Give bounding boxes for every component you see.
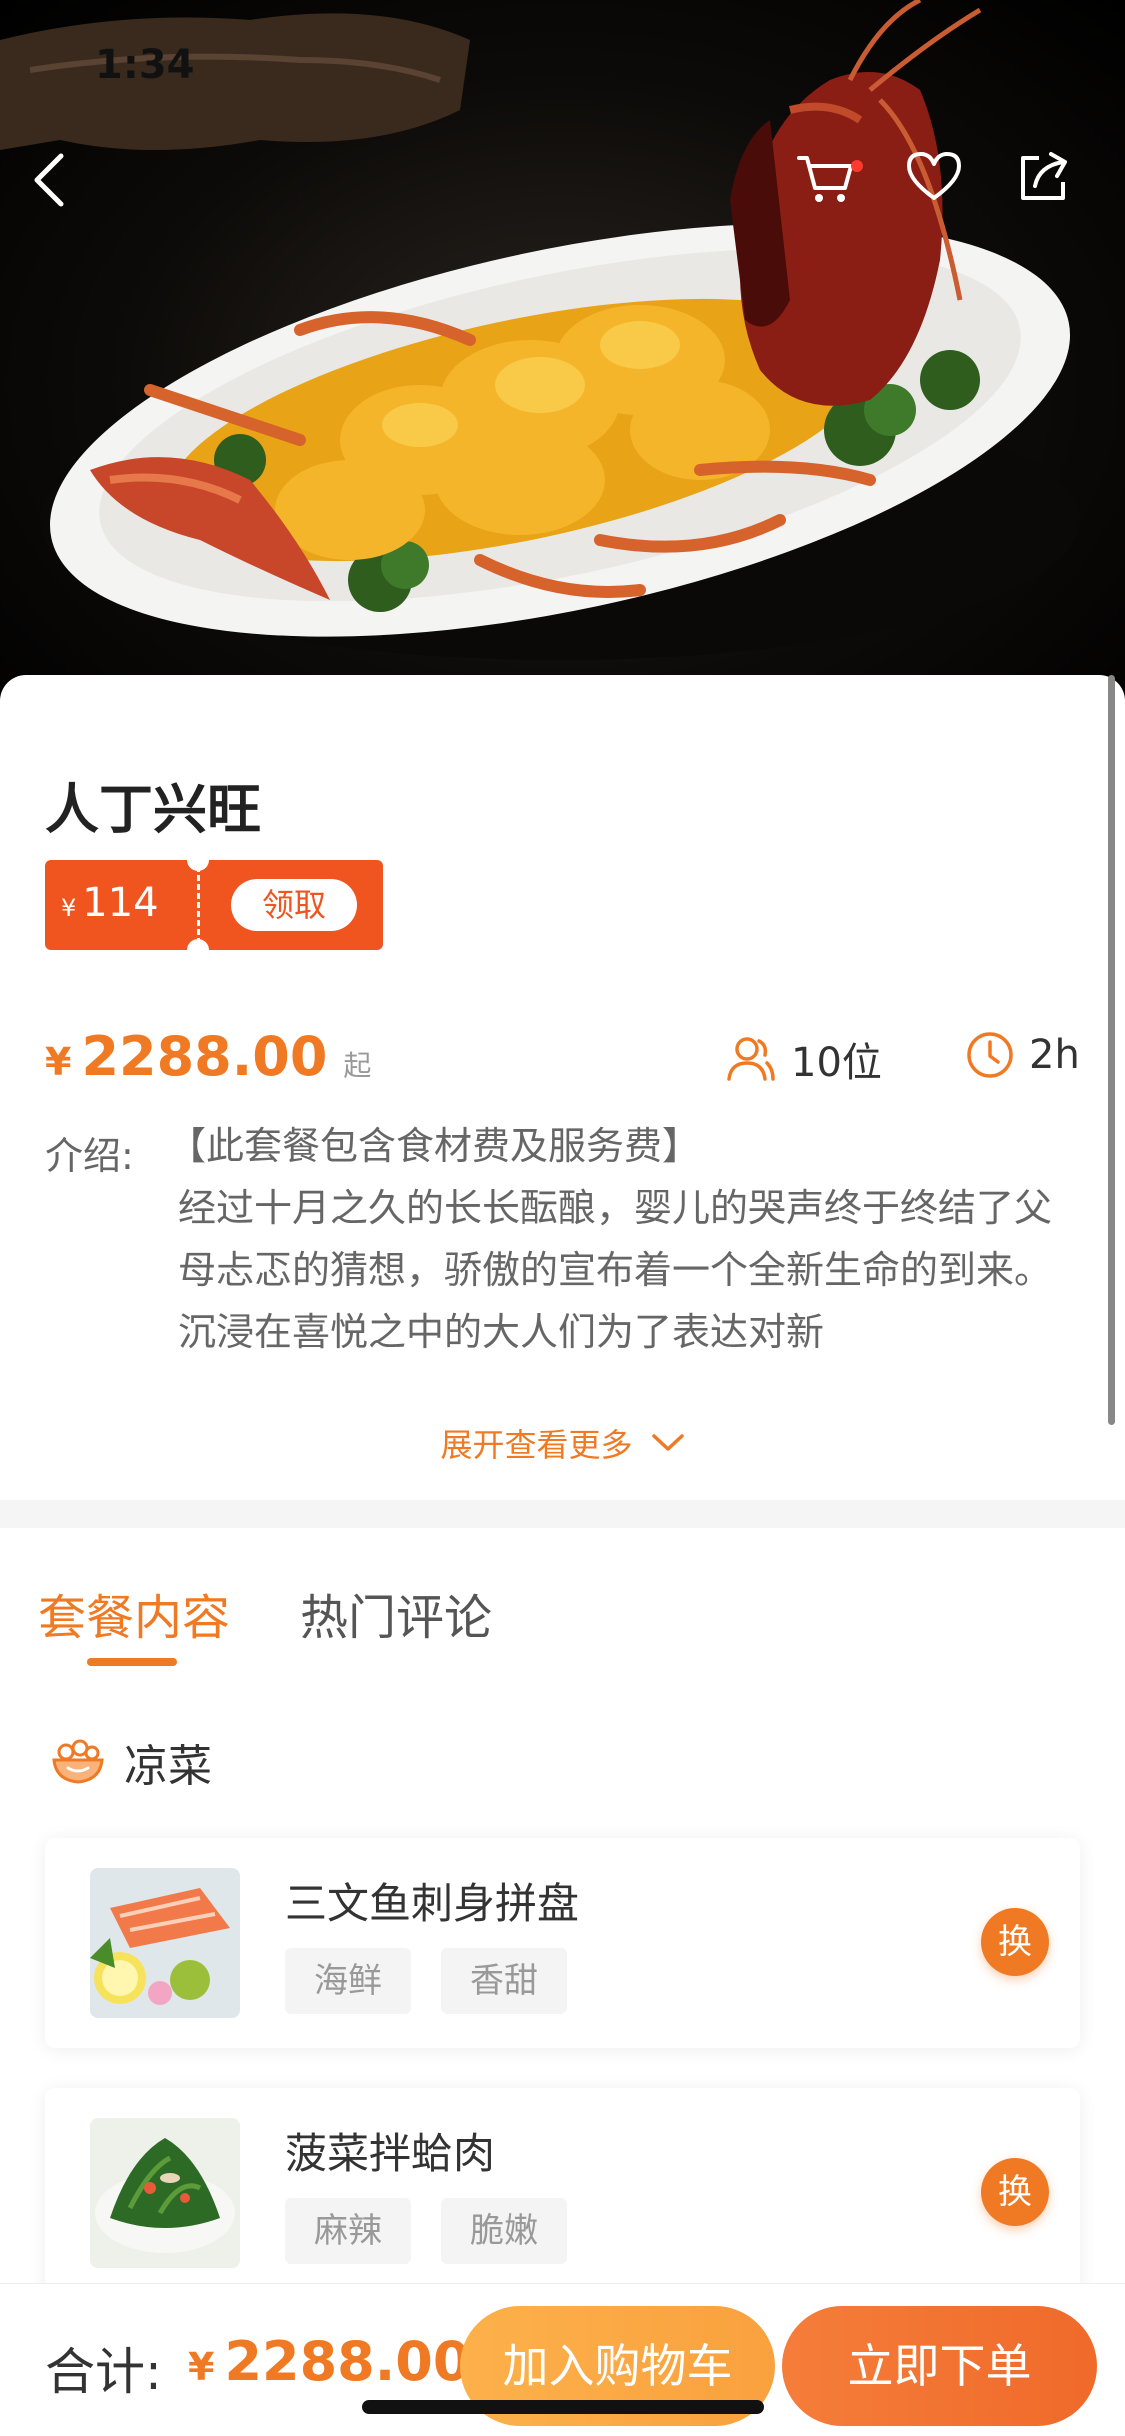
price-suffix: 起 bbox=[343, 1049, 372, 1082]
dish-hero-image: 1:34 bbox=[0, 0, 1125, 700]
cart-icon bbox=[797, 156, 853, 202]
tab-hot-reviews[interactable]: 热门评论 bbox=[300, 1578, 492, 1648]
duration: 2h bbox=[965, 1030, 1080, 1080]
cart-button[interactable] bbox=[795, 150, 875, 230]
dish-tag: 麻辣 bbox=[285, 2198, 411, 2264]
dish-tags: 海鲜 香甜 bbox=[285, 1948, 567, 2014]
intro-text: 【此套餐包含食材费及服务费】 经过十月之久的长长酝酿，婴儿的哭声终于终结了父母忐… bbox=[168, 1115, 1078, 1363]
swap-dish-button[interactable]: 换 bbox=[981, 1908, 1049, 1976]
price: ¥2288.00 起 bbox=[45, 1025, 372, 1088]
scrollbar[interactable] bbox=[1108, 675, 1115, 1425]
intro-body: 经过十月之久的长长酝酿，婴儿的哭声终于终结了父母忐忑的猜想，骄傲的宣布着一个全新… bbox=[178, 1186, 1053, 1354]
section-title: 凉菜 bbox=[124, 1741, 212, 1792]
chevron-down-icon bbox=[651, 1434, 684, 1451]
dish-name: 三文鱼刺身拼盘 bbox=[285, 1879, 580, 1928]
guest-count-text: 10位 bbox=[791, 1040, 882, 1086]
guest-count: 10位 bbox=[725, 1030, 882, 1088]
tab-package-content[interactable]: 套餐内容 bbox=[38, 1578, 230, 1648]
coupon-amount: ¥114 bbox=[61, 880, 159, 926]
total-label: 合计: bbox=[45, 2343, 162, 2401]
intro-heading: 【此套餐包含食材费及服务费】 bbox=[168, 1124, 701, 1168]
dish-tag: 脆嫩 bbox=[441, 2198, 567, 2264]
dish-tags: 麻辣 脆嫩 bbox=[285, 2198, 567, 2264]
page-root: 1:34 人丁兴旺 ¥ 114 领取 ¥ 2288.00 起 10位 2h 介绍… bbox=[0, 0, 1125, 2436]
section-divider bbox=[0, 1500, 1125, 1528]
content-tabs: 套餐内容 热门评论 bbox=[0, 1528, 1125, 1698]
dish-tag: 海鲜 bbox=[285, 1948, 411, 2014]
people-icon bbox=[727, 1037, 775, 1081]
heart-icon bbox=[907, 152, 961, 200]
price-value: 2288.00 bbox=[81, 1025, 328, 1088]
product-info-card: 人丁兴旺 ¥114 领取 ¥2288.00 起 10位 2h 介绍: 【此套餐包… bbox=[0, 675, 1125, 1500]
home-indicator[interactable] bbox=[362, 2400, 764, 2414]
status-bar-time: 1:34 bbox=[95, 42, 195, 88]
active-tab-indicator bbox=[87, 1658, 177, 1666]
dish-tag: 香甜 bbox=[441, 1948, 567, 2014]
coupon-divider bbox=[197, 866, 200, 944]
total-price: ¥2288.00 bbox=[188, 2330, 471, 2393]
product-title: 人丁兴旺 bbox=[45, 778, 261, 841]
cart-badge-dot bbox=[851, 160, 863, 172]
claim-coupon-button[interactable]: 领取 bbox=[231, 879, 357, 931]
favorite-button[interactable] bbox=[905, 150, 985, 230]
dish-thumbnail bbox=[90, 1868, 240, 2018]
dish-name: 菠菜拌蛤肉 bbox=[285, 2129, 496, 2178]
expand-more-link[interactable]: 展开查看更多 bbox=[0, 1420, 1125, 1466]
chevron-left-icon bbox=[34, 153, 64, 207]
swap-dish-button[interactable]: 换 bbox=[981, 2158, 1049, 2226]
clock-icon bbox=[967, 1032, 1013, 1078]
dish-card[interactable]: 三文鱼刺身拼盘 海鲜 香甜 换 bbox=[45, 1838, 1080, 2048]
order-now-button[interactable]: 立即下单 bbox=[782, 2306, 1097, 2426]
back-button[interactable] bbox=[25, 150, 105, 230]
dish-card[interactable]: 菠菜拌蛤肉 麻辣 脆嫩 换 bbox=[45, 2088, 1080, 2298]
lobster-dish-illustration bbox=[0, 0, 1080, 660]
cold-dishes-section-header: 凉菜 bbox=[50, 1730, 212, 1794]
duration-text: 2h bbox=[1029, 1032, 1080, 1078]
share-button[interactable] bbox=[1015, 150, 1095, 230]
dish-thumbnail bbox=[90, 2118, 240, 2268]
salad-bowl-icon bbox=[52, 1739, 104, 1784]
intro-label: 介绍: bbox=[45, 1134, 134, 1178]
coupon: ¥114 领取 bbox=[45, 849, 383, 961]
share-icon bbox=[1021, 152, 1067, 200]
